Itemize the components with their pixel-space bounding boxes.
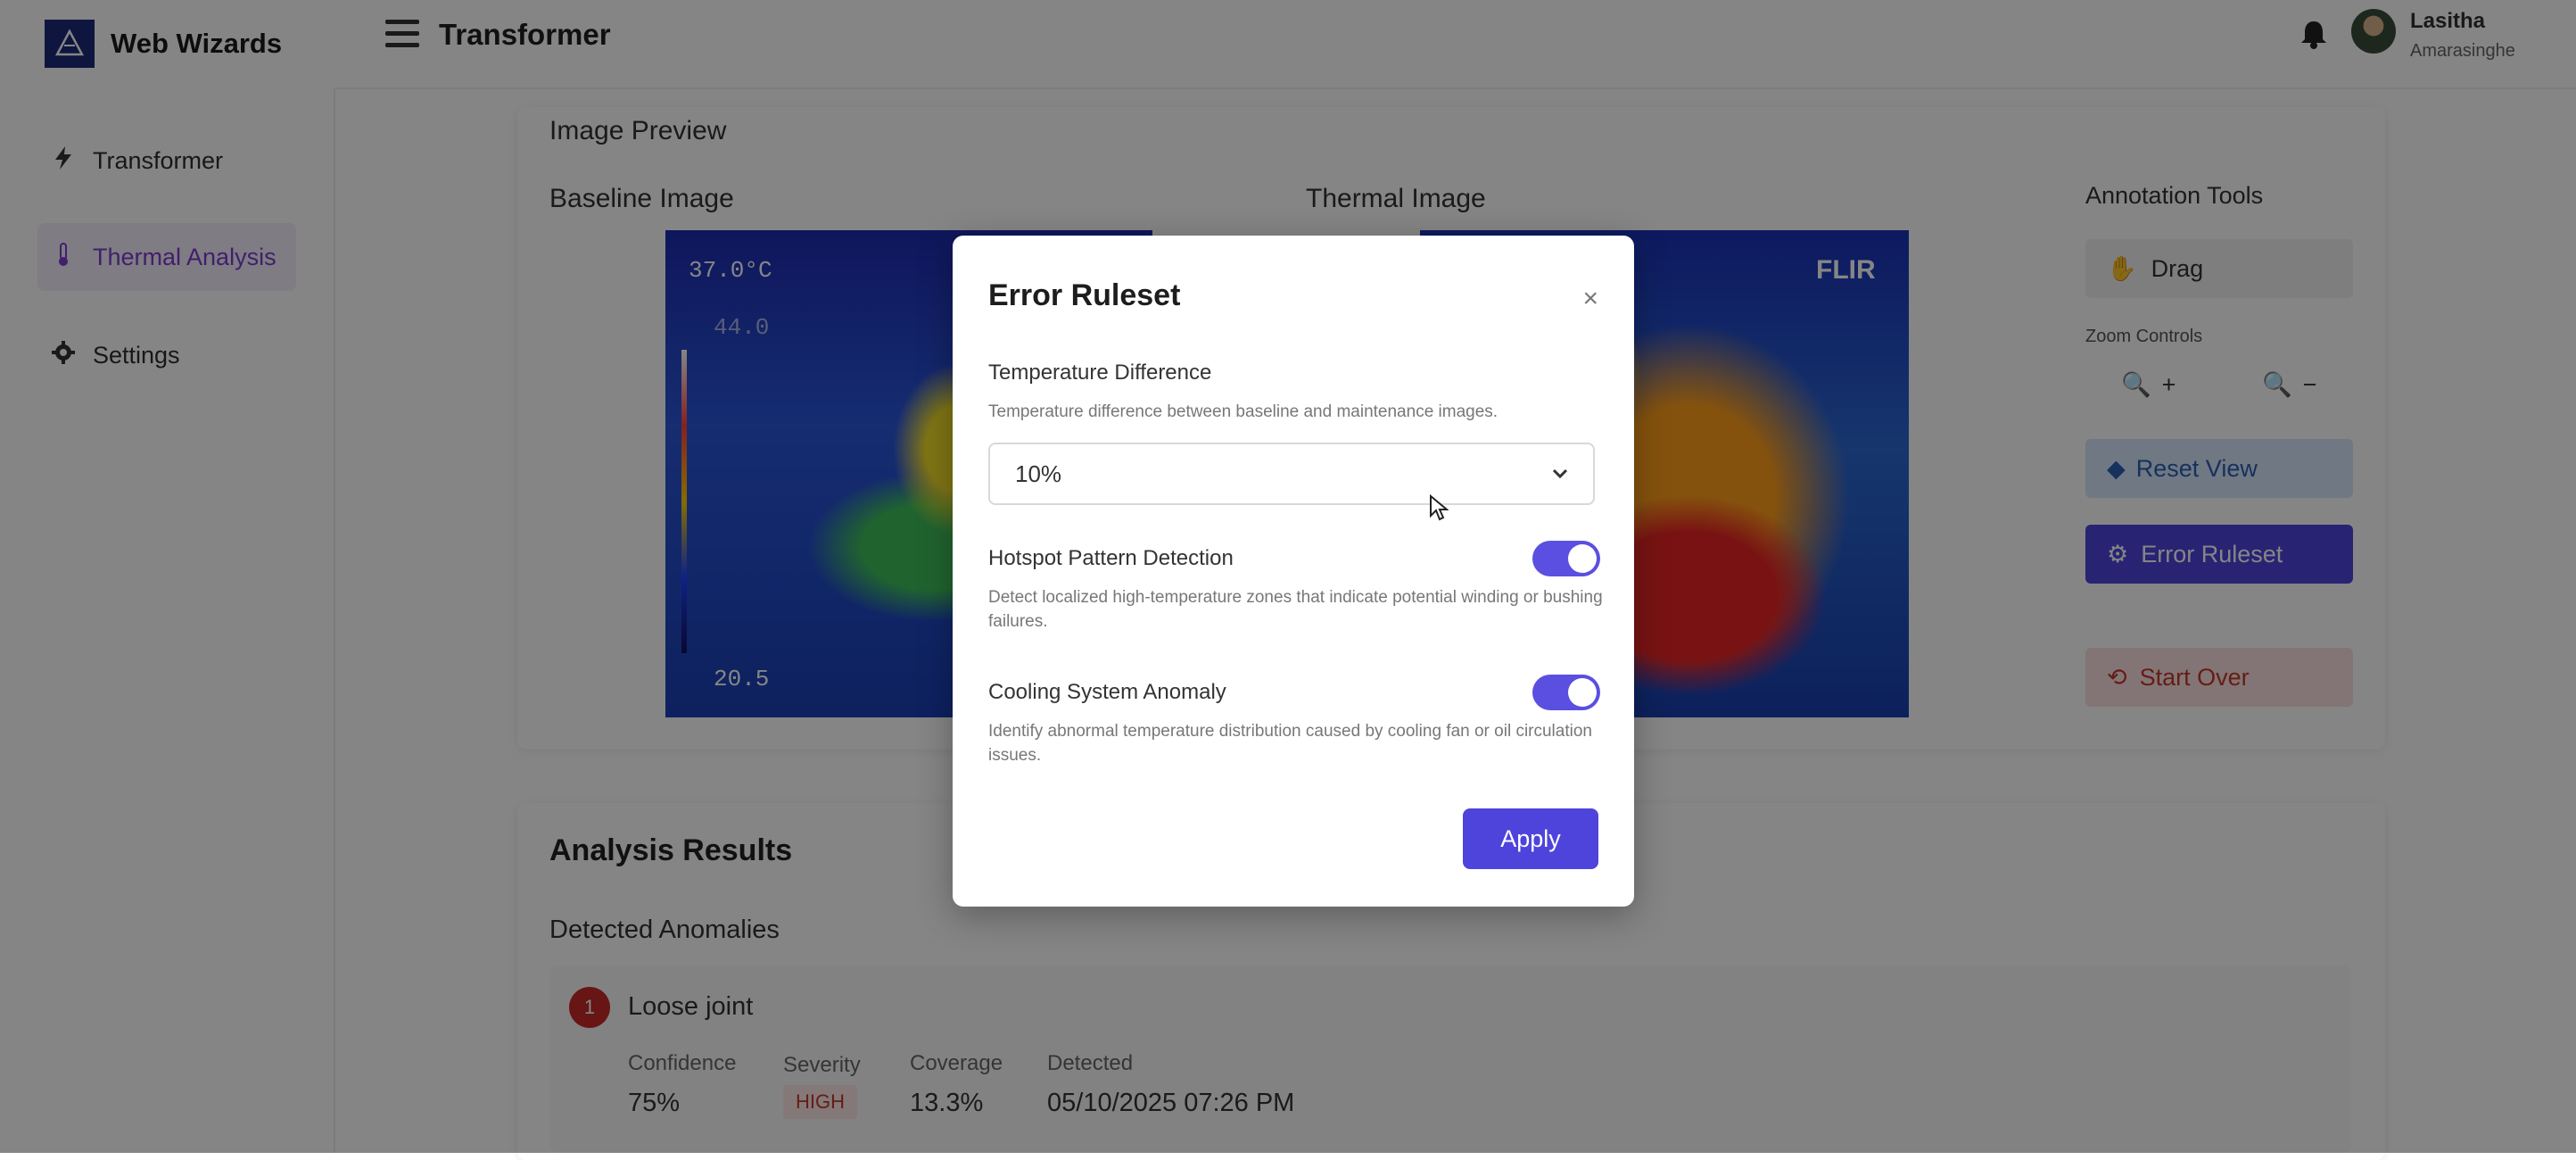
close-icon[interactable]: × — [1582, 284, 1598, 314]
hotspot-detection-label: Hotspot Pattern Detection — [988, 546, 1234, 570]
modal-title: Error Ruleset — [988, 278, 1181, 312]
chevron-down-icon — [1552, 464, 1568, 485]
temperature-difference-select[interactable]: 10% — [988, 443, 1595, 505]
error-ruleset-modal: Error Ruleset × Temperature Difference T… — [953, 236, 1634, 907]
temperature-difference-desc: Temperature difference between baseline … — [988, 402, 1499, 421]
temperature-difference-label: Temperature Difference — [988, 360, 1212, 385]
cooling-anomaly-label: Cooling System Anomaly — [988, 680, 1226, 704]
hotspot-detection-desc: Detect localized high-temperature zones … — [988, 588, 1603, 631]
mouse-cursor-icon — [1429, 493, 1449, 521]
select-value: 10% — [1015, 460, 1062, 487]
apply-button[interactable]: Apply — [1463, 808, 1598, 869]
cooling-anomaly-toggle[interactable] — [1532, 675, 1600, 710]
hotspot-detection-toggle[interactable] — [1532, 541, 1600, 576]
cooling-anomaly-desc: Identify abnormal temperature distributi… — [988, 722, 1592, 765]
